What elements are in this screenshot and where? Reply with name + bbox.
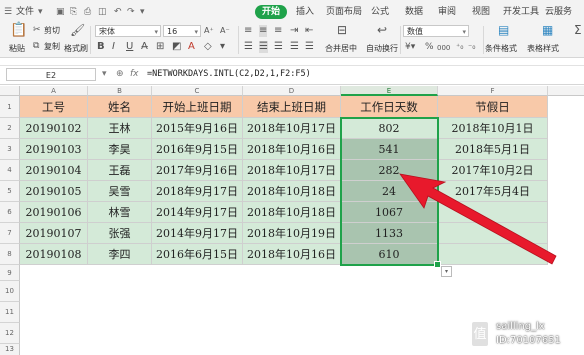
border-icon[interactable]: ⊞ [156,41,164,53]
divider [238,26,239,54]
paste-icon[interactable]: 📋 [10,23,27,37]
font-name-value: 宋体 [99,27,115,36]
formula-input[interactable]: =NETWORKDAYS.INTL(C2,D2,1,F2:F5) [147,68,311,81]
increase-font-icon[interactable]: A⁺ [204,25,214,37]
zoom-search-icon[interactable]: ⊕ [116,68,124,81]
font-size-select[interactable]: 16 ▾ [163,25,201,37]
chevron-down-icon: ▾ [194,28,198,36]
number-format-value: 数值 [407,27,423,36]
ribbon: ☰ 文件 ▾ ▣ ⎘ ⎙ ◫ ↶ ↷ ▾ 开始 插入 页面布局 公式 数据 审阅… [0,0,584,58]
save-icon[interactable]: ▣ [56,6,65,18]
clear-format-icon[interactable]: ◇ [204,41,212,53]
tab-home[interactable]: 开始 [255,5,288,19]
increase-decimal-icon[interactable]: ⁺₀ [456,41,463,53]
chevron-down-icon[interactable]: ▾ [38,6,43,18]
watermark-user: sailling_lx [496,321,545,332]
bold-button[interactable]: B [97,41,105,53]
align-bottom-icon[interactable]: ≡ [274,25,282,37]
table-style-icon[interactable]: ▦ [542,24,553,36]
formula-bar: E2 ▾ ⊕ fx =NETWORKDAYS.INTL(C2,D2,1,F2:F… [0,65,584,85]
format-painter-label[interactable]: 格式刷 [64,43,88,54]
tab-view[interactable]: 视图 [472,5,490,19]
ribbon-tab-row: ☰ 文件 ▾ ▣ ⎘ ⎙ ◫ ↶ ↷ ▾ 开始 插入 页面布局 公式 数据 审阅… [0,0,584,22]
merge-center-label[interactable]: 合并居中 [325,43,357,54]
sum-icon[interactable]: Σ [574,24,582,36]
cut-button-label[interactable]: 剪切 [44,25,60,36]
strikethrough-icon[interactable]: A̶ [141,41,148,53]
tab-formulas[interactable]: 公式 [371,5,389,19]
conditional-format-label[interactable]: 条件格式 [485,43,517,54]
divider [483,26,484,54]
annotation-arrow [399,173,557,265]
ribbon-toolbar: 📋 粘贴 ✂ 剪切 ⧉ 复制 🖌 格式刷 宋体 ▾ 16 ▾ A⁺ A⁻ B I… [0,22,584,57]
undo-history-icon[interactable]: ⎘ [70,6,77,18]
underline-button[interactable]: U [126,41,133,53]
align-left-icon[interactable]: ☰ [244,41,253,53]
wrap-text-label[interactable]: 自动换行 [366,43,398,54]
format-painter-icon[interactable]: 🖌 [70,24,85,36]
print-icon[interactable]: ⎙ [84,6,91,18]
italic-button[interactable]: I [112,41,115,53]
font-size-value: 16 [167,27,178,36]
conditional-format-icon[interactable]: ▤ [498,24,509,36]
justify-icon[interactable]: ☰ [290,41,299,53]
fill-color-icon[interactable]: ◩ [172,41,181,53]
watermark-logo: 值 [470,320,490,348]
redo-icon[interactable]: ↷ [127,6,135,18]
merge-center-icon[interactable]: ⊟ [337,24,347,36]
tab-page-layout[interactable]: 页面布局 [326,5,362,19]
paste-button-label[interactable]: 粘贴 [9,43,25,54]
arrow-shape [399,173,557,265]
align-right-icon[interactable]: ☰ [274,41,283,53]
decrease-font-icon[interactable]: A⁻ [220,25,230,37]
number-format-select[interactable]: 数值 ▾ [403,25,469,37]
name-box[interactable]: E2 [6,68,96,81]
align-center-icon[interactable]: ☰ [259,41,268,53]
cut-icon[interactable]: ✂ [33,24,41,36]
outdent-icon[interactable]: ⇤ [305,25,313,37]
fx-insert-function-button[interactable]: fx [130,68,139,81]
copy-icon[interactable]: ⧉ [33,40,39,52]
thousands-separator-button[interactable]: 000 [437,42,450,54]
tab-data[interactable]: 数据 [405,5,423,19]
align-middle-icon[interactable]: ≡ [259,25,268,37]
watermark: 值 sailling_lx ID:70107651 [470,318,584,354]
percent-button[interactable]: % [425,41,434,53]
decrease-decimal-icon[interactable]: ⁻₀ [468,41,475,53]
distribute-icon[interactable]: ☰ [305,41,314,53]
tab-review[interactable]: 审阅 [438,5,456,19]
copy-button-label[interactable]: 复制 [44,41,60,52]
quick-access-more-icon[interactable]: ▾ [140,6,145,18]
undo-icon[interactable]: ↶ [114,6,122,18]
currency-icon[interactable]: ¥▾ [405,41,415,53]
chevron-down-icon: ▾ [154,28,158,36]
more-icon[interactable]: ▾ [220,41,225,53]
hamburger-menu-icon[interactable]: ☰ [4,6,12,18]
file-menu[interactable]: 文件 [16,5,34,19]
wrap-text-icon[interactable]: ↩ [377,24,387,36]
tab-insert[interactable]: 插入 [296,5,314,19]
divider [90,26,91,54]
indent-icon[interactable]: ⇥ [290,25,298,37]
font-name-select[interactable]: 宋体 ▾ [95,25,161,37]
divider [400,26,401,54]
chevron-down-icon: ▾ [462,28,466,36]
watermark-id: ID:70107651 [496,335,561,346]
align-top-icon[interactable]: ≡ [244,25,252,37]
tab-cloud-service[interactable]: 云服务 [545,5,572,19]
name-box-dropdown-icon[interactable]: ▾ [102,68,107,81]
tab-developer[interactable]: 开发工具 [503,5,539,19]
preview-icon[interactable]: ◫ [98,6,107,18]
table-style-label[interactable]: 表格样式 [527,43,559,54]
spreadsheet-grid: A B C D E F 1 2 3 4 5 6 7 8 9 10 11 12 1… [0,86,584,355]
font-color-button[interactable]: A [188,41,195,53]
